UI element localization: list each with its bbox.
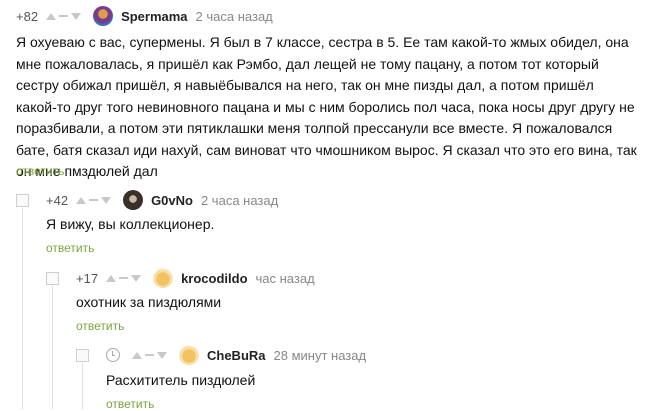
collapse-toggle[interactable] [76, 349, 89, 362]
comment-4-time[interactable]: 28 минут назад [274, 348, 367, 363]
comment-2-header: +42 G0vNo 2 часа назад [46, 190, 278, 210]
thread-line[interactable] [22, 208, 23, 409]
upvote-icon[interactable] [76, 196, 87, 204]
comment-4-text: Расхититель пиздюлей [106, 372, 256, 388]
comment-3-username[interactable]: krocodildo [181, 271, 247, 286]
avatar[interactable] [123, 190, 144, 210]
comment-3-votes [106, 274, 142, 282]
thread-line[interactable] [82, 363, 83, 409]
comment-2-username[interactable]: G0vNo [151, 193, 193, 208]
comment-2-votes [76, 196, 112, 204]
comment-1-username[interactable]: Spermama [121, 9, 187, 24]
upvote-icon[interactable] [106, 274, 117, 282]
comment-3-rating: +17 [76, 270, 99, 286]
comment-1-votes [46, 12, 82, 20]
comment-3-reply-link[interactable]: ответить [76, 319, 124, 333]
vote-divider [59, 15, 69, 17]
comment-4-votes [132, 351, 167, 359]
comment-1-time[interactable]: 2 часа назад [196, 9, 273, 24]
thread-line[interactable] [52, 286, 53, 409]
comment-2-text: Я вижу, вы коллекционер. [46, 216, 215, 232]
comment-1-rating: +82 [16, 8, 39, 24]
collapse-toggle[interactable] [46, 272, 59, 285]
comment-2-rating: +42 [46, 192, 69, 208]
clock-icon [106, 348, 120, 362]
comment-2-time[interactable]: 2 часа назад [201, 193, 278, 208]
avatar[interactable] [93, 6, 114, 26]
comment-4-header: CheBuRa 28 минут назад [106, 345, 366, 365]
comment-3-header: +17 krocodildo час назад [76, 268, 315, 288]
comment-3-time[interactable]: час назад [256, 271, 315, 286]
avatar[interactable] [153, 268, 174, 288]
comment-1-reply-link[interactable]: ответить [16, 164, 64, 178]
downvote-icon[interactable] [131, 274, 142, 282]
comment-4-username[interactable]: CheBuRa [207, 348, 266, 363]
avatar[interactable] [179, 345, 199, 365]
collapse-toggle[interactable] [16, 194, 29, 207]
comment-2-reply-link[interactable]: ответить [46, 241, 94, 255]
comment-1-header: +82 Spermama 2 часа назад [16, 6, 273, 26]
vote-divider [89, 199, 99, 201]
vote-divider [119, 277, 129, 279]
upvote-icon[interactable] [46, 12, 57, 20]
comment-3-text: охотник за пиздюлями [76, 294, 222, 310]
downvote-icon[interactable] [157, 351, 167, 359]
downvote-icon[interactable] [71, 12, 82, 20]
vote-divider [145, 354, 154, 356]
upvote-icon[interactable] [132, 351, 142, 359]
comment-1-text: Я охуеваю с вас, супермены. Я был в 7 кл… [16, 34, 637, 179]
downvote-icon[interactable] [101, 196, 112, 204]
